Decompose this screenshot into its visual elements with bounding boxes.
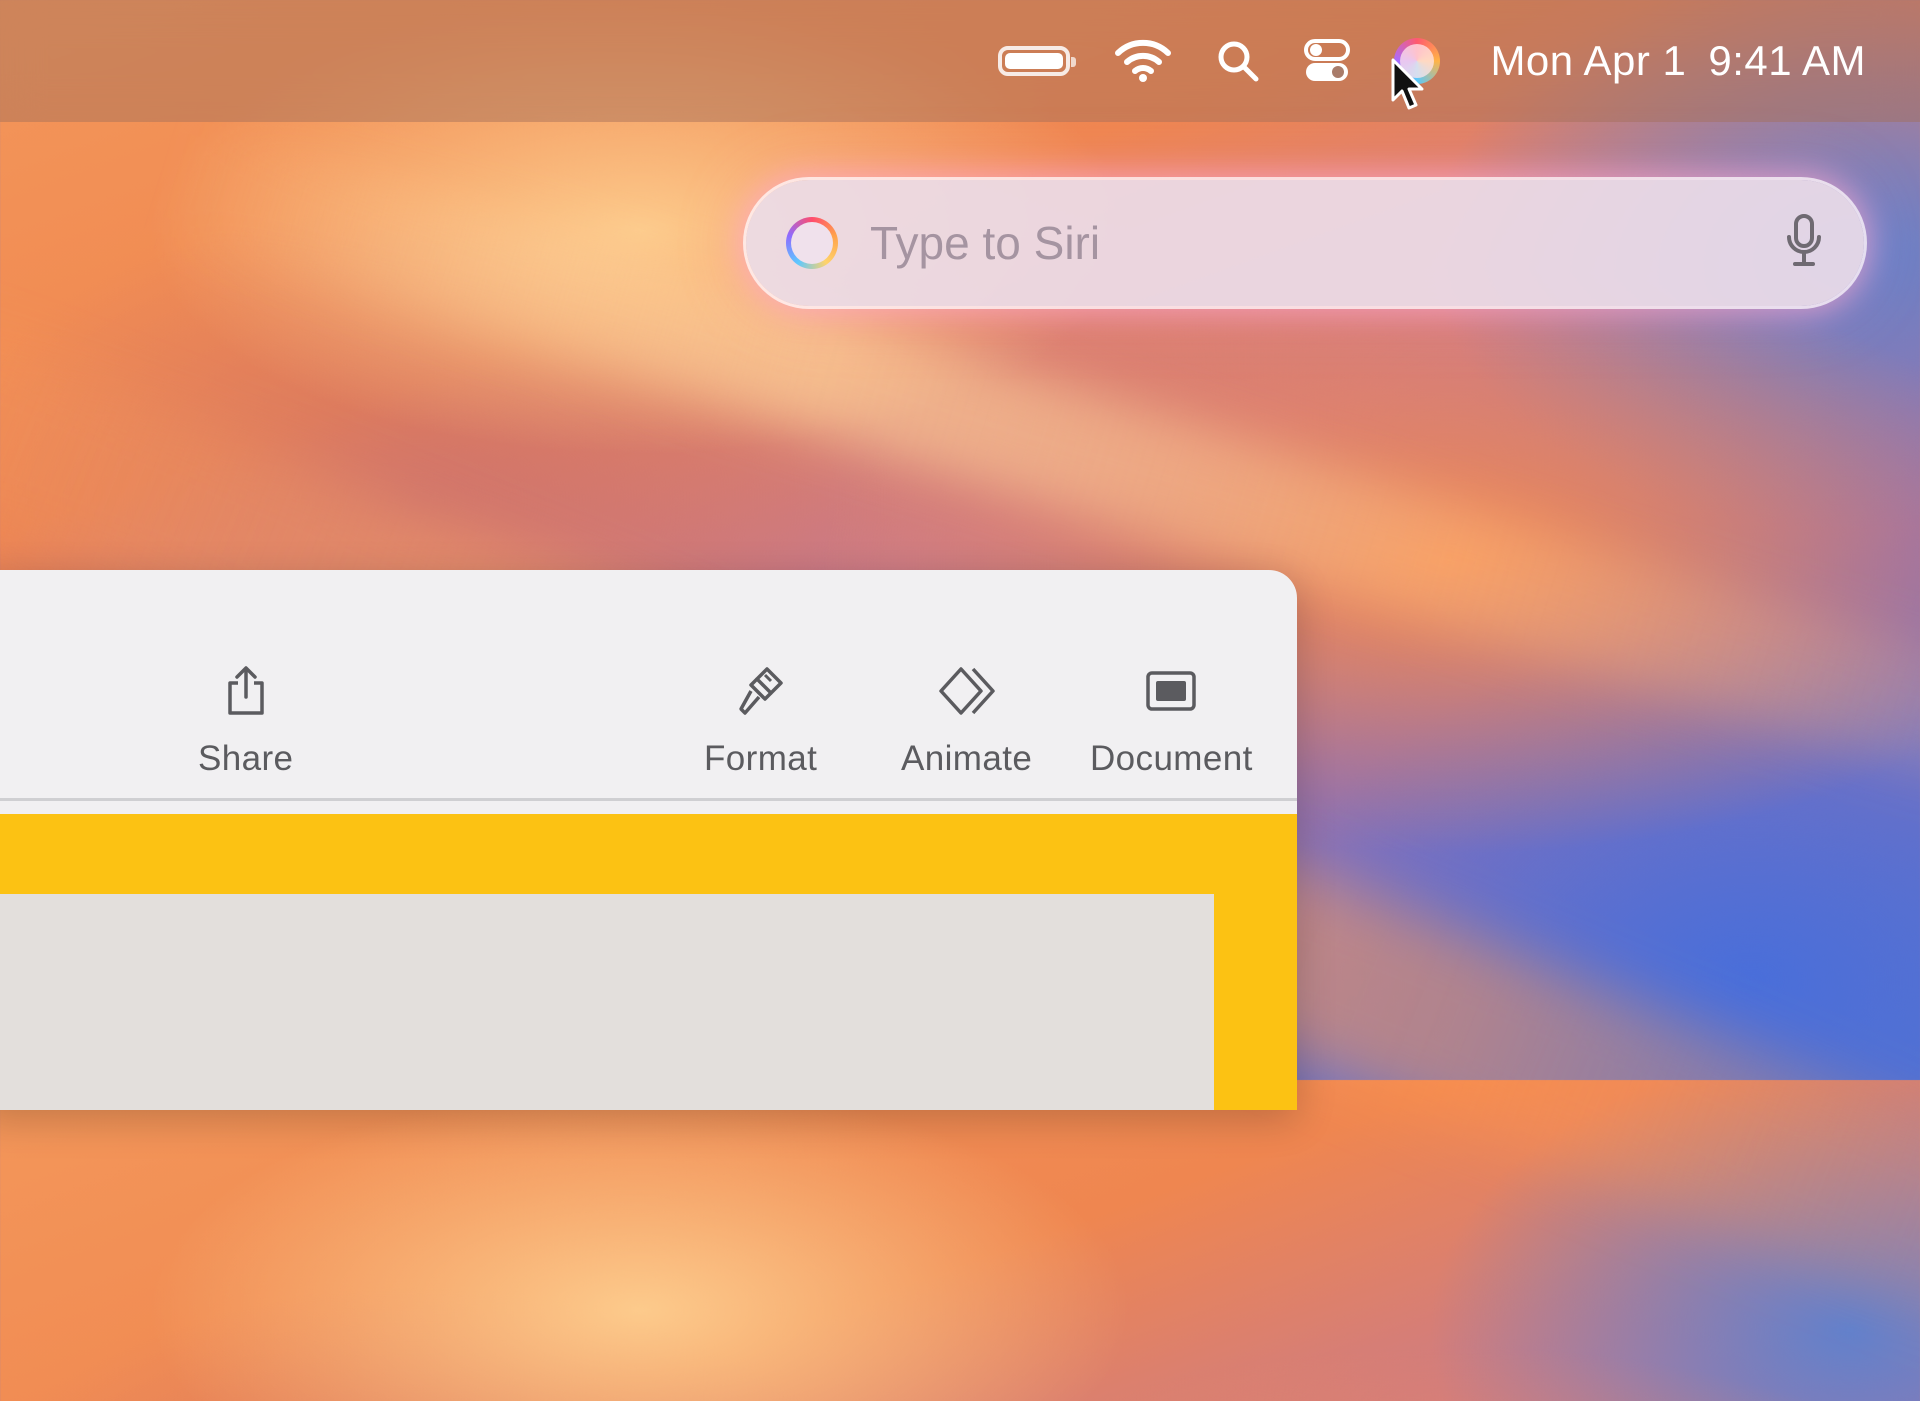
control-center-icon[interactable] (1304, 38, 1351, 84)
animate-icon (938, 667, 995, 715)
animate-label: Animate (901, 739, 1033, 778)
wifi-icon[interactable] (1114, 39, 1172, 83)
search-icon[interactable] (1216, 39, 1260, 83)
siri-input[interactable] (868, 215, 1764, 271)
paintbrush-icon (738, 667, 783, 715)
cursor-icon (1391, 58, 1424, 110)
share-button[interactable]: Share (198, 665, 293, 779)
format-label: Format (704, 739, 818, 778)
keynote-window: Share Format Animate Document (0, 570, 1297, 1110)
document-button[interactable]: Document (1090, 665, 1253, 779)
format-button[interactable]: Format (704, 665, 817, 779)
slide[interactable] (0, 894, 1214, 1110)
animate-button[interactable]: Animate (901, 665, 1032, 779)
menu-bar: Mon Apr 1 9:41 AM (0, 0, 1920, 122)
share-icon (227, 666, 264, 715)
menu-bar-time: 9:41 AM (1708, 37, 1866, 84)
toolbar-divider (0, 798, 1297, 801)
window-toolbar: Share Format Animate Document (0, 570, 1297, 802)
share-label: Share (198, 739, 294, 778)
document-label: Document (1090, 739, 1253, 778)
battery-icon[interactable] (998, 46, 1077, 76)
microphone-icon[interactable] (1784, 213, 1824, 274)
menu-bar-clock[interactable]: Mon Apr 1 9:41 AM (1490, 37, 1866, 85)
menu-bar-date: Mon Apr 1 (1490, 37, 1687, 84)
siri-icon (786, 217, 838, 269)
slide-canvas[interactable] (0, 814, 1297, 1110)
document-icon (1146, 671, 1197, 711)
siri-search-bar[interactable] (746, 180, 1864, 306)
